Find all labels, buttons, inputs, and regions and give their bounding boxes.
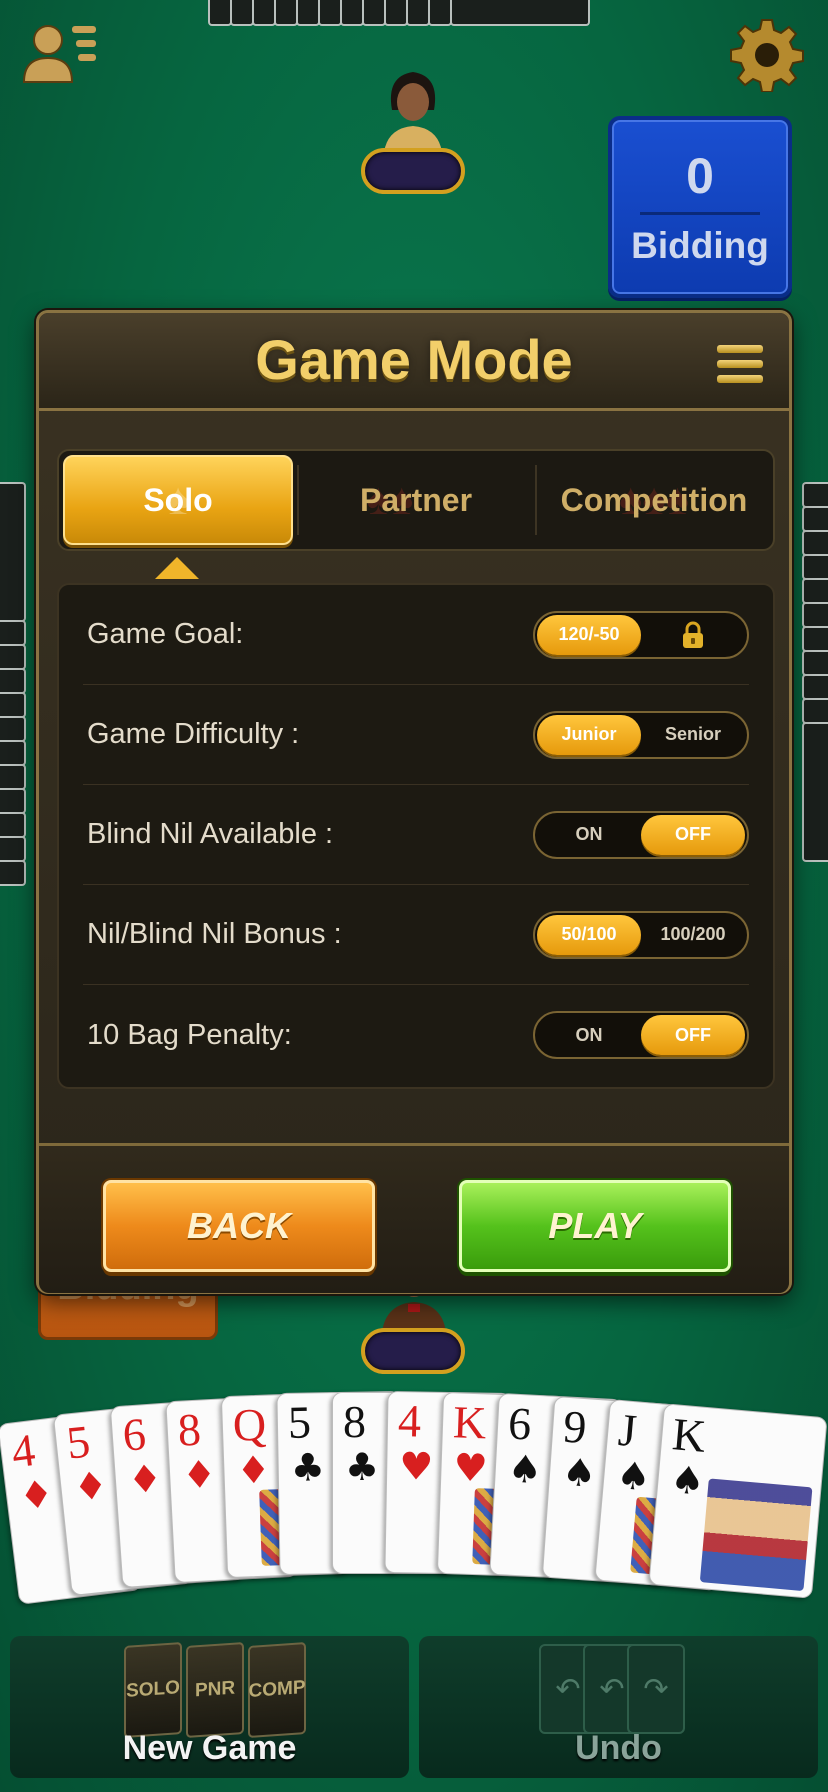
competition-deck-icon: COMP [248, 1641, 306, 1739]
card-suit-icon: ♠ [560, 1449, 598, 1496]
tab-competition[interactable]: ♠♠♠ Competition [535, 451, 773, 549]
menu-icon[interactable] [717, 345, 763, 383]
solo-deck-icon: SOLO [124, 1641, 182, 1739]
option-100-200[interactable]: 100/200 [641, 915, 745, 955]
card-suit-icon: ♠ [668, 1457, 707, 1504]
top-opponent-cards [208, 0, 643, 26]
partner-deck-icon: PNR [186, 1641, 244, 1739]
back-button[interactable]: BACK [103, 1180, 375, 1272]
card-rank: J [616, 1403, 639, 1457]
setting-row-difficulty: Game Difficulty : Junior Senior [83, 685, 749, 785]
difficulty-selector[interactable]: Junior Senior [533, 710, 749, 759]
king-face-art [699, 1478, 813, 1592]
undo-label: Undo [575, 1729, 662, 1767]
game-goal-selector[interactable]: 120/-50 [533, 610, 749, 659]
setting-row-bag-penalty: 10 Bag Penalty: ON OFF [83, 985, 749, 1085]
option-junior[interactable]: Junior [537, 714, 641, 755]
option-off[interactable]: OFF [641, 1015, 745, 1055]
top-bidding-box: 0 Bidding [608, 116, 792, 298]
card-rank: K [452, 1396, 488, 1449]
card-rank: 4 [397, 1395, 422, 1447]
profile-list-icon [22, 25, 96, 83]
tab-label: Partner [359, 481, 473, 518]
card-rank: 8 [176, 1403, 203, 1456]
card-rank: 9 [561, 1400, 589, 1454]
setting-label: Game Goal: [87, 618, 244, 650]
blind-nil-toggle[interactable]: ON OFF [533, 810, 749, 859]
setting-label: Game Difficulty : [87, 718, 300, 750]
card-suit-icon: ♦ [235, 1447, 272, 1493]
undo-icon: ↶ ↶ ↷ [539, 1644, 685, 1734]
settings-button[interactable] [730, 18, 804, 92]
option-off[interactable]: OFF [641, 814, 745, 855]
bid-count: 0 [686, 147, 714, 204]
option-on[interactable]: ON [537, 815, 641, 855]
card-rank: 8 [343, 1396, 366, 1447]
setting-row-nil-bonus: Nil/Blind Nil Bonus : 50/100 100/200 [83, 885, 749, 985]
gear-icon [730, 19, 804, 92]
card-suit-icon: ♥ [398, 1444, 434, 1489]
card-rank: 5 [64, 1415, 93, 1469]
card-rank: 6 [121, 1408, 148, 1461]
bag-penalty-toggle[interactable]: ON OFF [533, 1011, 749, 1059]
setting-label: 10 Bag Penalty: [87, 1018, 292, 1051]
play-button[interactable]: PLAY [459, 1180, 731, 1272]
card-suit-icon: ♠ [506, 1446, 544, 1493]
setting-row-blind-nil: Blind Nil Available : ON OFF [83, 785, 749, 885]
left-opponent-cards [0, 482, 26, 886]
setting-label: Blind Nil Available : [87, 818, 334, 850]
hand-card[interactable]: K ♠ [648, 1403, 828, 1599]
tab-solo[interactable]: ♠ Solo [63, 455, 293, 545]
right-opponent-cards [802, 482, 828, 862]
option-50-100[interactable]: 50/100 [537, 914, 641, 955]
profile-button[interactable] [22, 20, 98, 84]
bottom-player-name-plate [361, 1328, 465, 1374]
bottom-action-bar: SOLO PNR COMP New Game ↶ ↶ ↷ Undo [10, 1636, 818, 1778]
card-suit-icon: ♦ [71, 1462, 110, 1511]
dialog-footer: BACK PLAY [39, 1143, 789, 1293]
mode-tabs: ♠ Solo ♠♠ Partner ♠♠♠ Competition [57, 449, 775, 551]
card-suit-icon: ♣ [345, 1445, 380, 1489]
card-suit-icon: ♦ [16, 1471, 56, 1519]
option-on[interactable]: ON [537, 1015, 641, 1055]
new-game-label: New Game [122, 1729, 297, 1767]
player-hand: 4 ♦ ♦ 5 ♦ ♦ 6 ♦ ♦ 8 ♦ ♦ Q ♦ 5 ♣ ♣ 8 ♣ ♣ … [0, 1388, 828, 1628]
card-suit-icon: ♠ [614, 1452, 653, 1500]
top-player-name-plate [361, 148, 465, 194]
card-rank: 4 [8, 1424, 38, 1478]
game-mode-dialog: Game Mode ♠ Solo ♠♠ Partner ♠♠♠ Competit… [36, 310, 792, 1294]
option-senior[interactable]: Senior [641, 715, 745, 755]
card-suit-icon: ♦ [181, 1451, 218, 1498]
setting-label: Nil/Blind Nil Bonus : [87, 918, 342, 950]
tab-label: Competition [560, 481, 748, 518]
tab-label: Solo [143, 481, 213, 518]
card-suit-icon: ♣ [290, 1445, 326, 1490]
setting-row-game-goal: Game Goal: 120/-50 [83, 585, 749, 685]
top-player-avatar [384, 72, 442, 152]
nil-bonus-selector[interactable]: 50/100 100/200 [533, 910, 749, 959]
option-120-50[interactable]: 120/-50 [537, 614, 641, 655]
new-game-button[interactable]: SOLO PNR COMP New Game [10, 1636, 409, 1778]
card-rank: 6 [506, 1397, 533, 1450]
tab-partner[interactable]: ♠♠ Partner [297, 451, 535, 549]
dialog-title: Game Mode [255, 328, 573, 391]
undo-button[interactable]: ↶ ↶ ↷ Undo [419, 1636, 818, 1778]
card-suit-icon: ♦ [126, 1456, 164, 1503]
bidding-label: Bidding [631, 224, 769, 266]
lock-icon [683, 621, 703, 648]
active-tab-indicator [155, 557, 199, 579]
dialog-header: Game Mode [39, 313, 789, 411]
card-rank: K [670, 1408, 708, 1462]
card-rank: Q [231, 1398, 267, 1451]
card-rank: 5 [287, 1396, 312, 1448]
card-suit-icon: ♥ [452, 1445, 489, 1491]
new-game-deck-icons: SOLO PNR COMP [124, 1641, 306, 1739]
locked-option [641, 615, 745, 655]
settings-list: Game Goal: 120/-50 Game Difficulty : Jun… [57, 583, 775, 1089]
